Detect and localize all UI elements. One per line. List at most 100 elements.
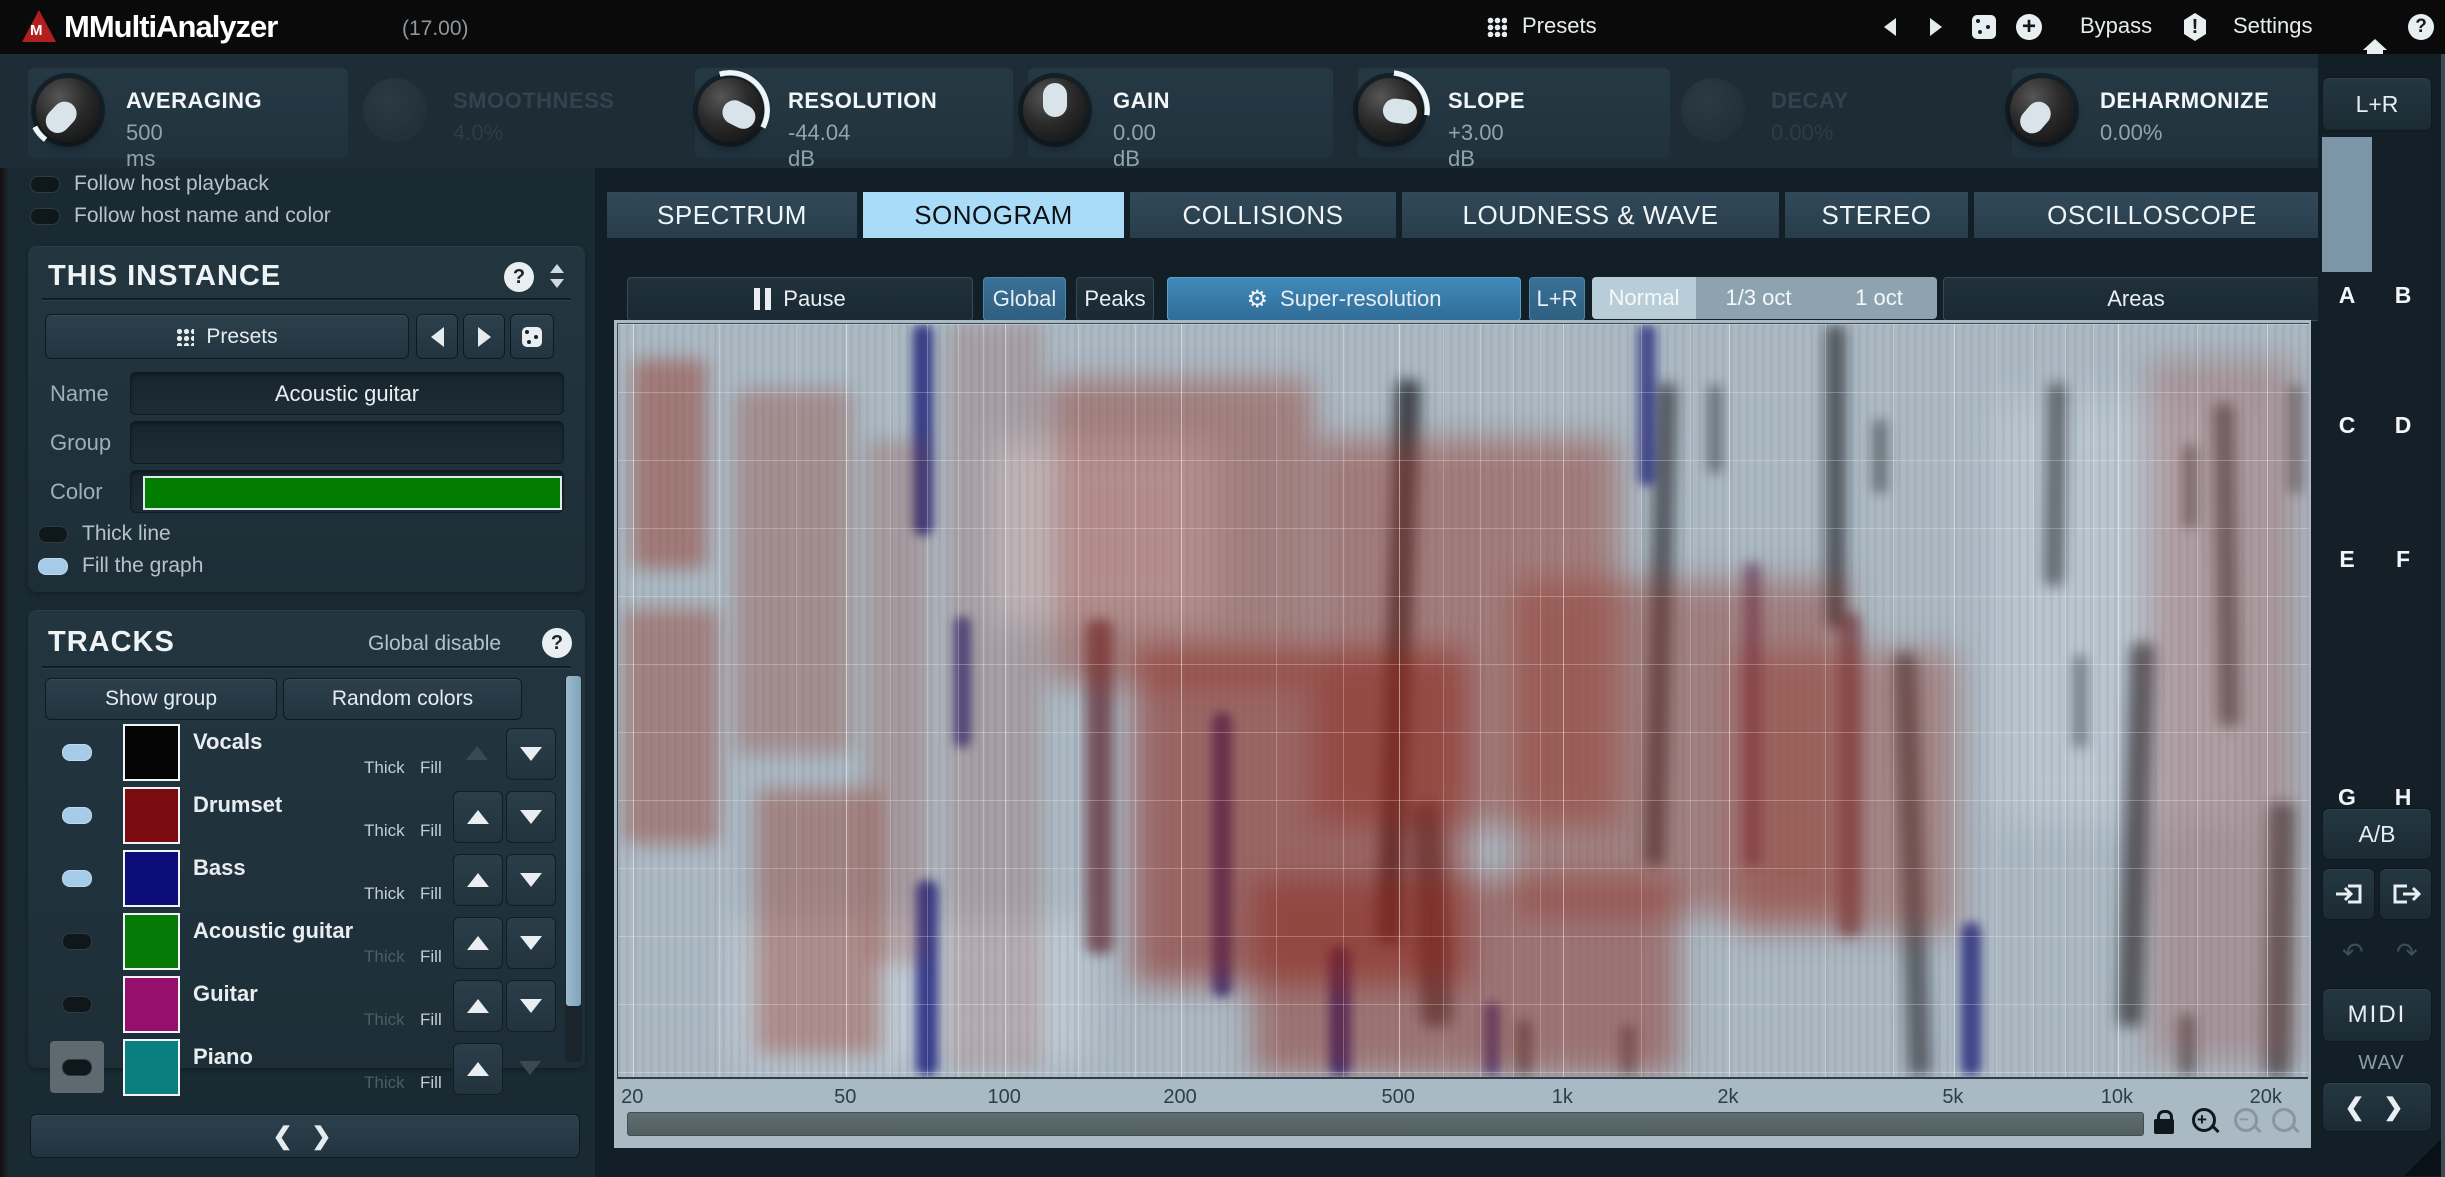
tab-oscilloscope[interactable]: OSCILLOSCOPE: [1974, 192, 2330, 238]
fill-graph-toggle[interactable]: [38, 557, 68, 575]
slot-d[interactable]: D: [2378, 412, 2428, 439]
zoom-out-icon[interactable]: −: [2234, 1108, 2264, 1138]
follow-host-playback-toggle[interactable]: [30, 175, 60, 193]
track-color-swatch[interactable]: [123, 976, 180, 1033]
resolution-knob[interactable]: [690, 70, 770, 150]
scrollbar-thumb[interactable]: [566, 676, 581, 1006]
tab-loudness-wave[interactable]: LOUDNESS & WAVE: [1402, 192, 1779, 238]
track-move-up-button[interactable]: [453, 1043, 503, 1095]
track-thick-label[interactable]: Thick: [364, 1010, 405, 1030]
tab-collisions[interactable]: COLLISIONS: [1130, 192, 1396, 238]
slot-g[interactable]: G: [2322, 784, 2372, 811]
sonogram-display[interactable]: [617, 323, 2309, 1077]
copy-out-button[interactable]: [2379, 868, 2432, 920]
track-thick-label[interactable]: Thick: [364, 821, 405, 841]
slot-e[interactable]: E: [2322, 546, 2372, 573]
mode-octave-segment[interactable]: 1 oct: [1821, 277, 1937, 319]
slot-a[interactable]: A: [2322, 282, 2372, 309]
track-enable-toggle[interactable]: [62, 933, 92, 950]
follow-host-name-toggle[interactable]: [30, 207, 60, 225]
track-thick-label[interactable]: Thick: [364, 884, 405, 904]
global-button[interactable]: Global: [983, 277, 1066, 321]
tab-stereo[interactable]: STEREO: [1785, 192, 1968, 238]
ab-compare-button[interactable]: A/B: [2322, 808, 2432, 860]
peaks-button[interactable]: Peaks: [1076, 277, 1154, 321]
lock-icon[interactable]: [2154, 1110, 2174, 1135]
redo-icon[interactable]: ↷: [2396, 938, 2418, 968]
sidebar-collapse-button[interactable]: ❮ ❯: [2322, 1082, 2432, 1132]
slot-h[interactable]: H: [2378, 784, 2428, 811]
deharmonize-knob[interactable]: [2010, 78, 2074, 142]
undo-icon[interactable]: ↶: [2342, 938, 2364, 968]
smoothness-knob[interactable]: [363, 78, 427, 142]
alert-icon[interactable]: !: [2184, 13, 2206, 41]
color-swatch[interactable]: [143, 476, 562, 510]
previous-preset-button[interactable]: [416, 314, 458, 359]
track-fill-label[interactable]: Fill: [420, 947, 442, 967]
global-disable-label[interactable]: Global disable: [368, 632, 501, 656]
thick-line-toggle[interactable]: [38, 525, 68, 543]
track-move-up-button[interactable]: [453, 854, 503, 906]
next-preset-icon[interactable]: [1930, 18, 1942, 36]
settings-button[interactable]: Settings: [2233, 13, 2313, 39]
instance-presets-button[interactable]: Presets: [45, 314, 409, 359]
resize-handle[interactable]: [2404, 1136, 2444, 1176]
show-group-button[interactable]: Show group: [45, 678, 277, 720]
areas-button[interactable]: Areas: [1943, 277, 2329, 321]
track-move-down-button[interactable]: [506, 980, 556, 1032]
collapse-stepper-icon[interactable]: [550, 264, 564, 288]
track-move-up-button[interactable]: [453, 917, 503, 969]
track-move-down-button[interactable]: [506, 1043, 554, 1093]
zoom-reset-icon[interactable]: [2272, 1108, 2302, 1138]
panel-collapse-button[interactable]: ❮ ❯: [30, 1114, 580, 1158]
decay-knob[interactable]: [1681, 78, 1745, 142]
track-color-swatch[interactable]: [123, 850, 180, 907]
track-enable-toggle[interactable]: [62, 996, 92, 1013]
copy-in-button[interactable]: [2322, 868, 2375, 920]
track-thick-label[interactable]: Thick: [364, 1073, 405, 1093]
previous-preset-icon[interactable]: [1884, 18, 1896, 36]
mode-normal-segment[interactable]: Normal: [1592, 277, 1696, 319]
slot-b[interactable]: B: [2378, 282, 2428, 309]
track-move-down-button[interactable]: [506, 917, 556, 969]
slope-knob[interactable]: [1350, 70, 1430, 150]
track-move-down-button[interactable]: [506, 791, 556, 843]
pause-button[interactable]: Pause: [627, 277, 973, 321]
slot-f[interactable]: F: [2378, 546, 2428, 573]
track-color-swatch[interactable]: [123, 724, 180, 781]
track-color-swatch[interactable]: [123, 913, 180, 970]
sonogram-plot[interactable]: 20 50 100 200 500 1k 2k 5k 10k 20k + −: [614, 320, 2311, 1148]
tracks-help-icon[interactable]: ?: [542, 628, 572, 658]
slot-c[interactable]: C: [2322, 412, 2372, 439]
track-fill-label[interactable]: Fill: [420, 821, 442, 841]
track-thick-label[interactable]: Thick: [364, 758, 405, 778]
track-enable-toggle[interactable]: [62, 744, 92, 761]
track-move-down-button[interactable]: [506, 728, 556, 780]
random-colors-button[interactable]: Random colors: [283, 678, 522, 720]
zoom-in-icon[interactable]: +: [2192, 1108, 2222, 1138]
track-fill-label[interactable]: Fill: [420, 758, 442, 778]
averaging-knob[interactable]: [28, 70, 108, 150]
toolbar-lr-button[interactable]: L+R: [1529, 277, 1585, 321]
channel-lr-button[interactable]: L+R: [2322, 77, 2432, 131]
name-field[interactable]: Acoustic guitar: [130, 372, 564, 415]
mode-third-octave-segment[interactable]: 1/3 oct: [1696, 277, 1821, 319]
track-fill-label[interactable]: Fill: [420, 884, 442, 904]
help-icon[interactable]: ?: [2408, 14, 2434, 40]
track-list-scrollbar[interactable]: [565, 676, 582, 1062]
track-move-up-button[interactable]: [453, 728, 501, 778]
track-fill-label[interactable]: Fill: [420, 1073, 442, 1093]
tab-spectrum[interactable]: SPECTRUM: [607, 192, 857, 238]
track-enable-toggle[interactable]: [62, 870, 92, 887]
random-preset-dice-icon[interactable]: [1972, 15, 1996, 39]
this-instance-help-icon[interactable]: ?: [504, 262, 534, 292]
add-icon[interactable]: +: [2016, 14, 2042, 40]
track-enable-toggle[interactable]: [62, 807, 92, 824]
track-move-down-button[interactable]: [506, 854, 556, 906]
track-color-swatch[interactable]: [123, 787, 180, 844]
track-thick-label[interactable]: Thick: [364, 947, 405, 967]
plot-h-scrollbar[interactable]: [627, 1112, 2144, 1136]
midi-button[interactable]: MIDI: [2322, 988, 2432, 1042]
super-resolution-button[interactable]: ⚙ Super-resolution: [1167, 277, 1521, 321]
gain-knob[interactable]: [1023, 78, 1087, 142]
